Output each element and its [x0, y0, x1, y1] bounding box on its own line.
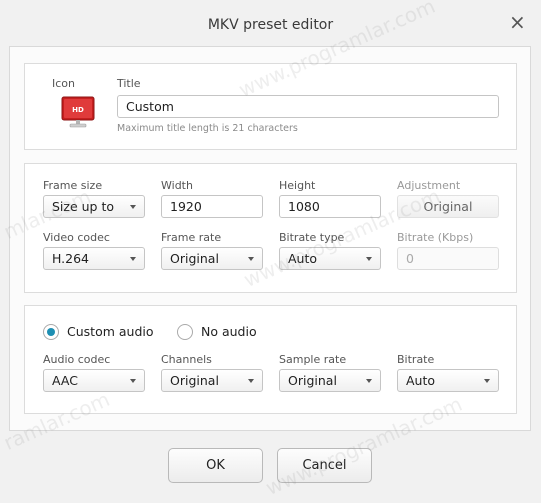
bitrate-type-label: Bitrate type [279, 231, 345, 244]
frame-size-value: Size up to [52, 199, 115, 214]
chevron-down-icon [366, 257, 372, 261]
ok-button[interactable]: OK [168, 448, 263, 483]
audio-bitrate-select[interactable]: Auto [397, 369, 499, 392]
frame-rate-value: Original [170, 251, 219, 266]
sample-rate-select[interactable]: Original [279, 369, 381, 392]
frame-rate-select[interactable]: Original [161, 247, 263, 270]
adjustment-button[interactable]: Original [397, 195, 499, 218]
bitrate-type-select[interactable]: Auto [279, 247, 381, 270]
audio-codec-label: Audio codec [43, 353, 111, 366]
channels-label: Channels [161, 353, 212, 366]
width-input[interactable]: 1920 [161, 195, 263, 218]
title-bar: MKV preset editor × [0, 0, 541, 46]
frame-size-select[interactable]: Size up to [43, 195, 145, 218]
video-codec-label: Video codec [43, 231, 110, 244]
window-title: MKV preset editor [207, 17, 334, 33]
chevron-down-icon [130, 379, 136, 383]
icon-label: Icon [52, 77, 75, 90]
no-audio-label[interactable]: No audio [201, 324, 257, 339]
frame-size-label: Frame size [43, 179, 103, 192]
cancel-button[interactable]: Cancel [277, 448, 372, 483]
close-icon[interactable]: × [509, 12, 526, 32]
video-codec-select[interactable]: H.264 [43, 247, 145, 270]
sample-rate-value: Original [288, 373, 337, 388]
bitrate-type-value: Auto [288, 251, 318, 266]
no-audio-radio[interactable] [177, 324, 193, 340]
channels-value: Original [170, 373, 219, 388]
chevron-down-icon [248, 379, 254, 383]
editor-body: Icon HD Title Custom Maximum title lengt… [9, 46, 531, 431]
bitrate-kbps-input[interactable]: 0 [397, 247, 499, 270]
bitrate-kbps-label: Bitrate (Kbps) [397, 231, 474, 244]
audio-codec-select[interactable]: AAC [43, 369, 145, 392]
adjustment-label: Adjustment [397, 179, 461, 192]
hd-badge-text: HD [72, 106, 84, 114]
chevron-down-icon [484, 379, 490, 383]
video-panel: Frame size Size up to Width 1920 Height … [24, 163, 517, 293]
chevron-down-icon [248, 257, 254, 261]
custom-audio-radio[interactable] [43, 324, 59, 340]
chevron-down-icon [130, 205, 136, 209]
width-label: Width [161, 179, 193, 192]
audio-panel: Custom audio No audio Audio codec AAC Ch… [24, 305, 517, 414]
audio-codec-value: AAC [52, 373, 78, 388]
title-input[interactable]: Custom [117, 95, 499, 118]
chevron-down-icon [130, 257, 136, 261]
title-hint: Maximum title length is 21 characters [117, 123, 298, 134]
height-input[interactable]: 1080 [279, 195, 381, 218]
audio-bitrate-value: Auto [406, 373, 436, 388]
video-codec-value: H.264 [52, 251, 90, 266]
title-label: Title [117, 77, 141, 90]
channels-select[interactable]: Original [161, 369, 263, 392]
chevron-down-icon [366, 379, 372, 383]
audio-bitrate-label: Bitrate [397, 353, 435, 366]
custom-audio-label[interactable]: Custom audio [67, 324, 154, 339]
sample-rate-label: Sample rate [279, 353, 347, 366]
hd-monitor-icon[interactable]: HD [61, 96, 95, 129]
title-panel: Icon HD Title Custom Maximum title lengt… [24, 63, 517, 150]
height-label: Height [279, 179, 316, 192]
frame-rate-label: Frame rate [161, 231, 222, 244]
